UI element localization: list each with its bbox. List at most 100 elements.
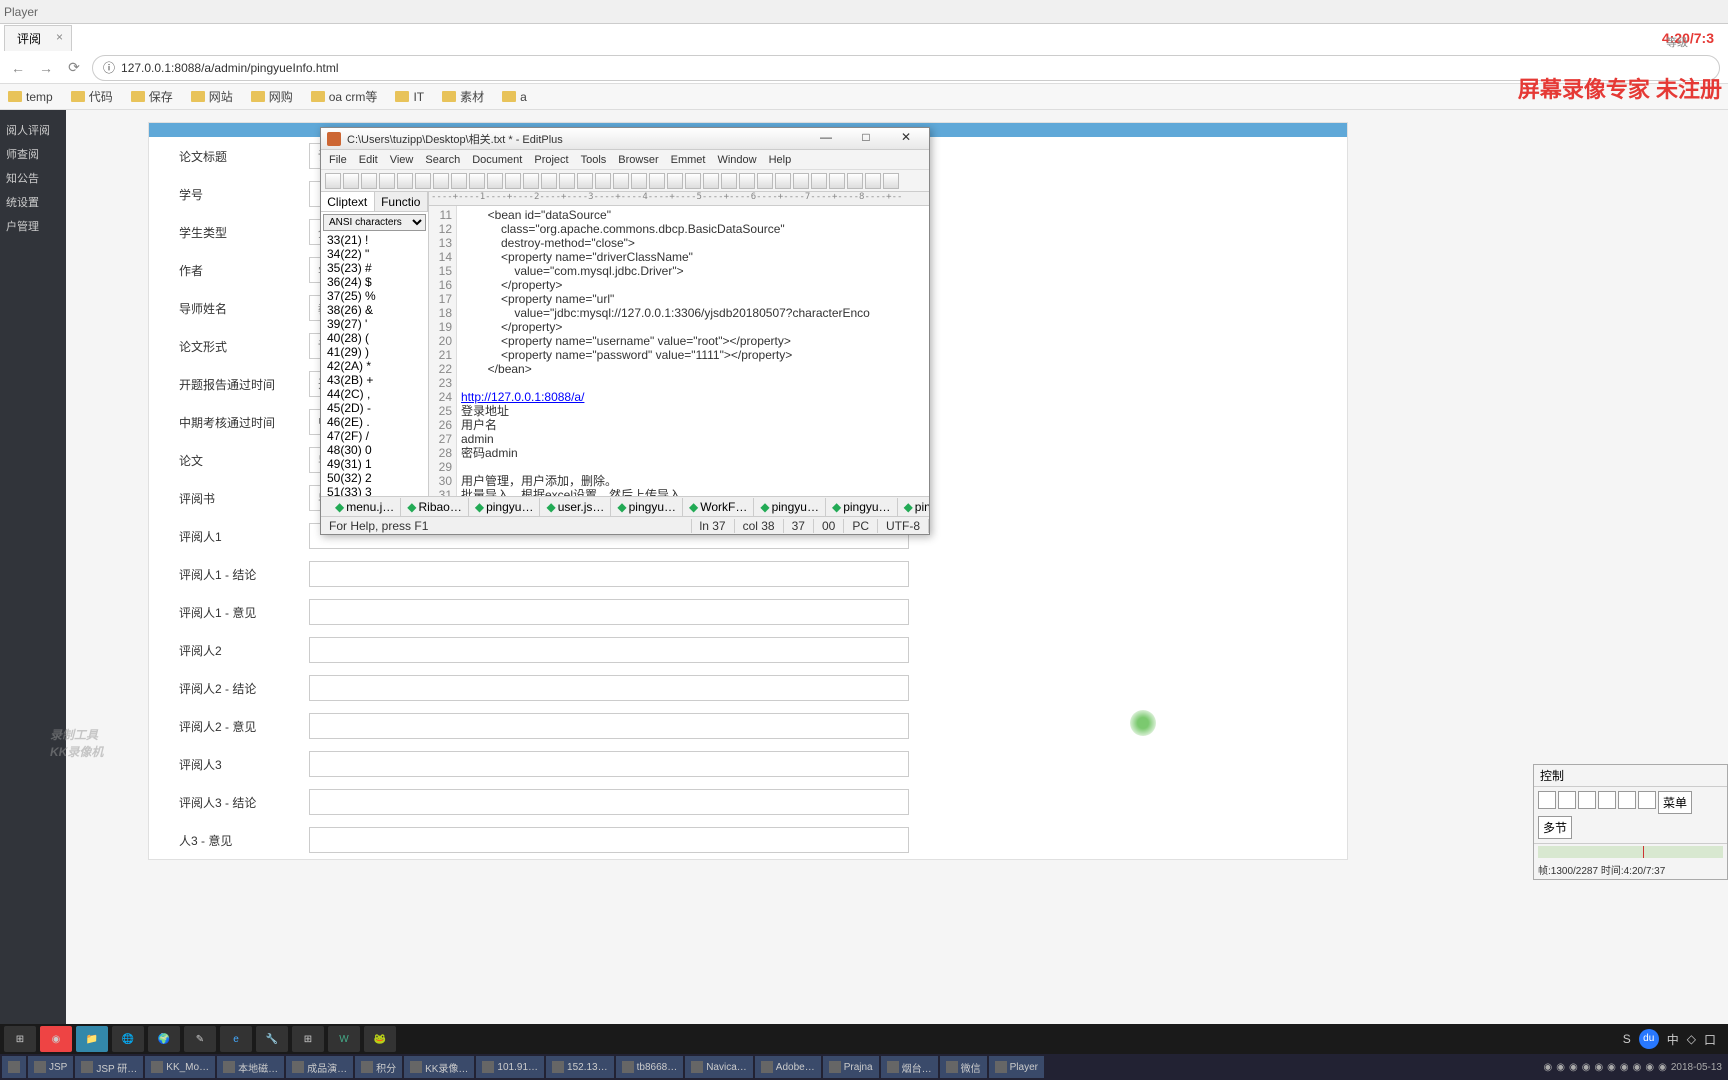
tray-icon[interactable]: 口: [1704, 1031, 1716, 1048]
taskbar-item[interactable]: 积分: [355, 1056, 402, 1078]
char-item[interactable]: 48(30) 0: [321, 443, 428, 457]
browser-tab[interactable]: 评阅 ×: [4, 25, 72, 51]
toolbar-icon[interactable]: [649, 173, 665, 189]
cliptext-tab[interactable]: Cliptext: [321, 192, 375, 211]
taskbar-item[interactable]: 成品演…: [286, 1056, 353, 1078]
task-icon[interactable]: 🌍: [148, 1026, 180, 1052]
toolbar-icon[interactable]: [415, 173, 431, 189]
char-item[interactable]: 35(23) #: [321, 261, 428, 275]
task-icon[interactable]: ✎: [184, 1026, 216, 1052]
input-r3o[interactable]: [309, 827, 909, 853]
toolbar-icon[interactable]: [451, 173, 467, 189]
toolbar-icon[interactable]: [595, 173, 611, 189]
ime-icon[interactable]: 中: [1667, 1031, 1679, 1048]
taskbar-item[interactable]: 微信: [940, 1056, 987, 1078]
char-item[interactable]: 34(22) ": [321, 247, 428, 261]
taskbar-item[interactable]: tb8668…: [616, 1056, 684, 1078]
minimize-button[interactable]: —: [809, 130, 843, 148]
menu-item[interactable]: File: [329, 154, 347, 166]
sidebar-item[interactable]: 阅人评阅: [0, 118, 66, 142]
menu-button[interactable]: 菜单: [1658, 791, 1692, 814]
toolbar-icon[interactable]: [883, 173, 899, 189]
maximize-button[interactable]: □: [849, 130, 883, 148]
toolbar-icon[interactable]: [541, 173, 557, 189]
bookmark-item[interactable]: IT: [395, 90, 424, 104]
char-item[interactable]: 49(31) 1: [321, 457, 428, 471]
ctrl-btn-5[interactable]: [1618, 791, 1636, 809]
sidebar-item[interactable]: 统设置: [0, 190, 66, 214]
close-button[interactable]: ✕: [889, 130, 923, 148]
char-list[interactable]: 33(21) !34(22) "35(23) #36(24) $37(25) %…: [321, 233, 428, 496]
taskbar-item[interactable]: 101.91…: [476, 1056, 544, 1078]
taskbar-item[interactable]: Adobe…: [755, 1056, 821, 1078]
taskbar-item[interactable]: KK录像…: [404, 1056, 474, 1078]
menu-item[interactable]: Tools: [581, 154, 607, 166]
taskbar-item[interactable]: KK_Mo…: [145, 1056, 215, 1078]
char-item[interactable]: 42(2A) *: [321, 359, 428, 373]
input-r2o[interactable]: [309, 713, 909, 739]
input-r3c[interactable]: [309, 789, 909, 815]
task-icon[interactable]: W: [328, 1026, 360, 1052]
sidebar-item[interactable]: 知公告: [0, 166, 66, 190]
file-tab[interactable]: ◆pingyu…: [898, 498, 929, 516]
bookmark-item[interactable]: a: [502, 90, 527, 104]
taskbar-item[interactable]: 烟台…: [881, 1056, 938, 1078]
taskbar-item[interactable]: [2, 1056, 26, 1078]
function-tab[interactable]: Functio: [375, 192, 429, 211]
task-icon[interactable]: 📁: [76, 1026, 108, 1052]
char-item[interactable]: 45(2D) -: [321, 401, 428, 415]
task-icon[interactable]: 🔧: [256, 1026, 288, 1052]
menu-item[interactable]: Search: [425, 154, 460, 166]
bookmark-item[interactable]: 代码: [71, 88, 113, 105]
char-item[interactable]: 41(29) ): [321, 345, 428, 359]
toolbar-icon[interactable]: [397, 173, 413, 189]
menu-item[interactable]: Document: [472, 154, 522, 166]
task-icon[interactable]: ◉: [40, 1026, 72, 1052]
task-icon[interactable]: ⊞: [292, 1026, 324, 1052]
tray-icon[interactable]: S: [1623, 1032, 1631, 1046]
toolbar-icon[interactable]: [361, 173, 377, 189]
toolbar-icon[interactable]: [757, 173, 773, 189]
input-r1o[interactable]: [309, 599, 909, 625]
code-area[interactable]: <bean id="dataSource" class="org.apache.…: [457, 206, 929, 496]
char-item[interactable]: 51(33) 3: [321, 485, 428, 496]
input-r2[interactable]: [309, 637, 909, 663]
toolbar-icon[interactable]: [829, 173, 845, 189]
toolbar-icon[interactable]: [577, 173, 593, 189]
input-r3[interactable]: [309, 751, 909, 777]
toolbar-icon[interactable]: [325, 173, 341, 189]
input-r1c[interactable]: [309, 561, 909, 587]
char-item[interactable]: 39(27) ': [321, 317, 428, 331]
char-item[interactable]: 50(32) 2: [321, 471, 428, 485]
tray-icon[interactable]: ◇: [1687, 1032, 1696, 1046]
char-item[interactable]: 40(28) (: [321, 331, 428, 345]
menu-item[interactable]: View: [390, 154, 414, 166]
du-icon[interactable]: du: [1639, 1029, 1659, 1049]
taskbar-item[interactable]: Navica…: [685, 1056, 753, 1078]
menu-item[interactable]: Help: [769, 154, 792, 166]
toolbar-icon[interactable]: [379, 173, 395, 189]
toolbar-icon[interactable]: [703, 173, 719, 189]
toolbar-icon[interactable]: [487, 173, 503, 189]
char-item[interactable]: 47(2F) /: [321, 429, 428, 443]
toolbar-icon[interactable]: [631, 173, 647, 189]
taskbar-item[interactable]: Prajna: [823, 1056, 879, 1078]
sidebar-item[interactable]: 师查阅: [0, 142, 66, 166]
task-icon[interactable]: 🌐: [112, 1026, 144, 1052]
toolbar-icon[interactable]: [613, 173, 629, 189]
toolbar-icon[interactable]: [523, 173, 539, 189]
sidebar-item[interactable]: 户管理: [0, 214, 66, 238]
bookmark-item[interactable]: 网站: [191, 88, 233, 105]
char-item[interactable]: 44(2C) ,: [321, 387, 428, 401]
toolbar-icon[interactable]: [865, 173, 881, 189]
task-icon[interactable]: e: [220, 1026, 252, 1052]
charset-select[interactable]: ANSI characters: [323, 214, 426, 231]
char-item[interactable]: 36(24) $: [321, 275, 428, 289]
url-input[interactable]: ⓘ 127.0.0.1:8088/a/admin/pingyueInfo.htm…: [92, 55, 1720, 81]
taskbar-item[interactable]: Player: [989, 1056, 1044, 1078]
file-tab[interactable]: ◆user.js…: [540, 498, 611, 516]
forward-icon[interactable]: →: [36, 60, 56, 76]
toolbar-icon[interactable]: [685, 173, 701, 189]
file-tab[interactable]: ◆menu.j…: [329, 498, 401, 516]
file-tab[interactable]: ◆Ribao…: [401, 498, 469, 516]
